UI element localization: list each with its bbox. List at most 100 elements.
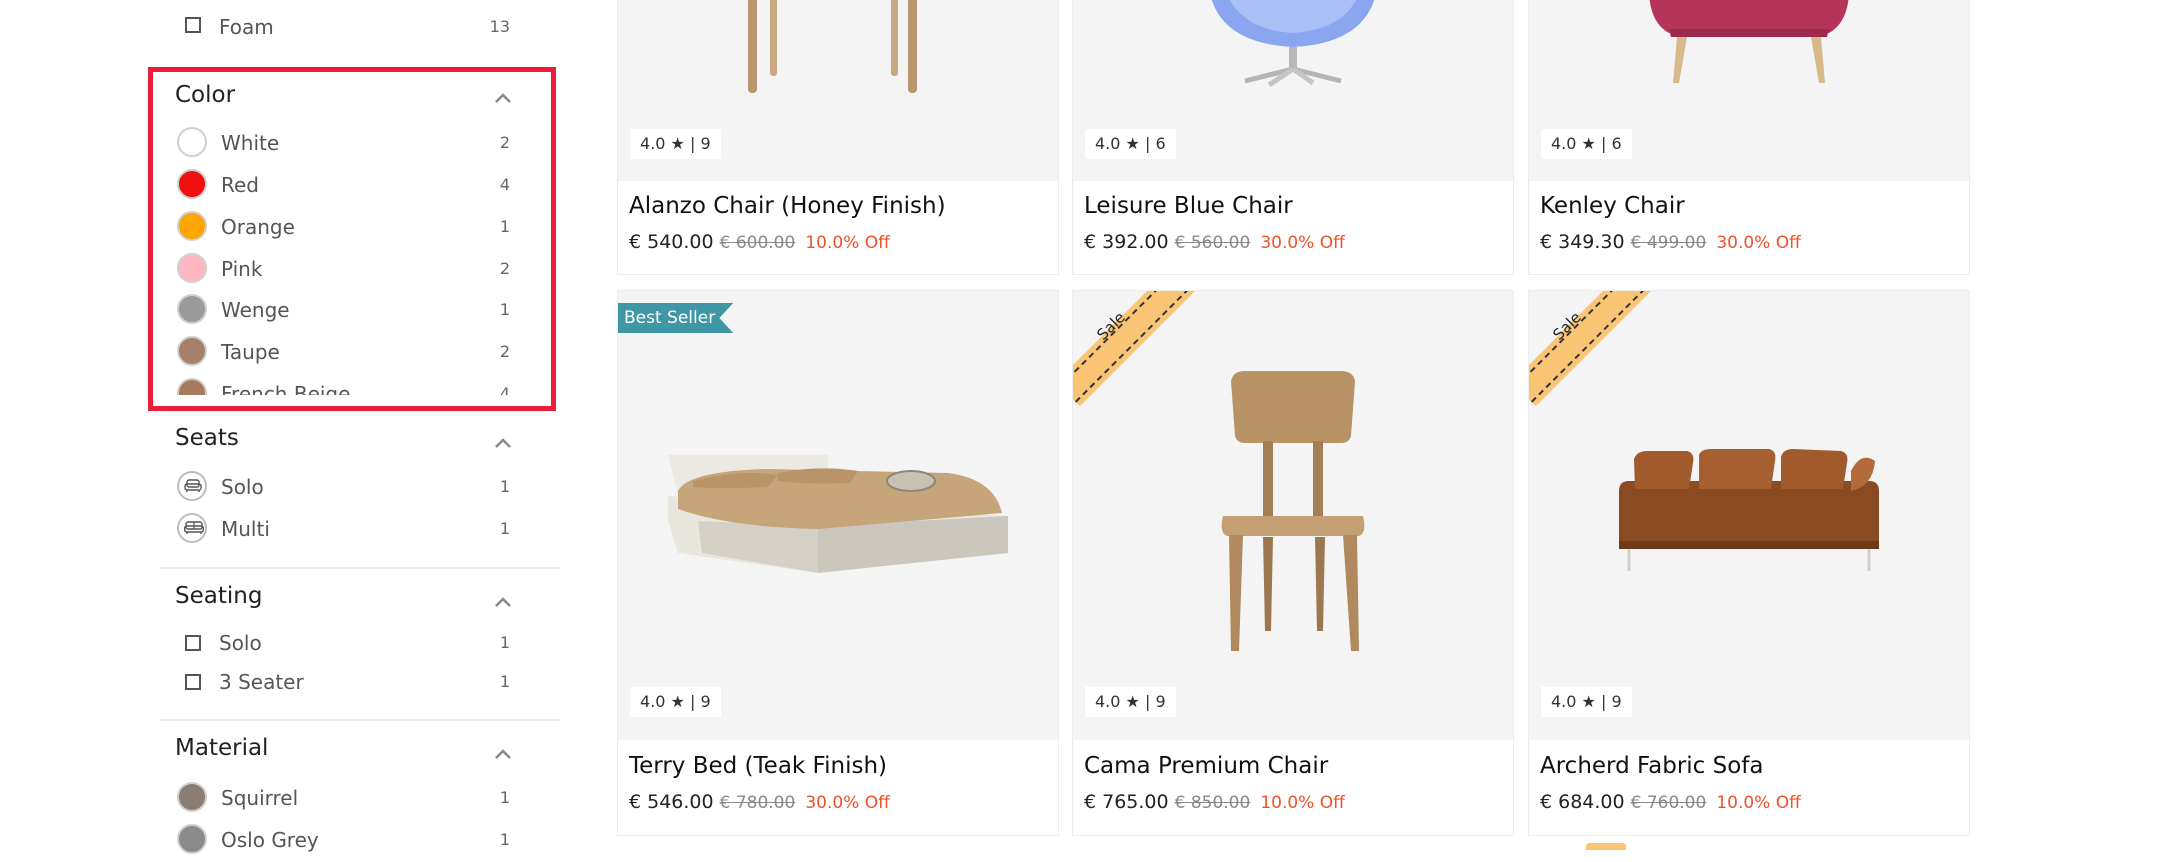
- filter-option-foam[interactable]: Foam 13: [175, 7, 515, 47]
- product-prices: € 546.00 € 780.00 30.0% Off: [629, 791, 890, 813]
- star-icon: ★: [1581, 692, 1596, 711]
- review-count: 9: [1155, 692, 1166, 711]
- review-count: 9: [700, 134, 711, 153]
- star-icon: ★: [670, 692, 685, 711]
- best-seller-badge: Best Seller: [618, 303, 734, 333]
- product-card[interactable]: Best Seller 4.0 ★ | 9 Terry Bed (Teak Fi…: [617, 290, 1059, 836]
- color-option-orange[interactable]: Orange 1: [175, 209, 515, 249]
- product-name[interactable]: Terry Bed (Teak Finish): [629, 753, 887, 779]
- product-prices: € 392.00 € 560.00 30.0% Off: [1084, 231, 1345, 253]
- product-price: € 392.00: [1084, 231, 1169, 253]
- rating-separator: |: [1144, 134, 1151, 153]
- color-option-white[interactable]: White 2: [175, 125, 515, 165]
- product-price: € 349.30: [1540, 231, 1625, 253]
- review-count: 9: [1611, 692, 1622, 711]
- product-name[interactable]: Cama Premium Chair: [1084, 753, 1328, 779]
- material-option-oslo-grey[interactable]: Oslo Grey 1: [175, 822, 515, 862]
- checkbox[interactable]: [185, 635, 201, 651]
- color-option-taupe[interactable]: Taupe 2: [175, 334, 515, 374]
- product-image[interactable]: Sale 4.0 ★ | 9: [1073, 291, 1513, 740]
- color-label: Orange: [221, 215, 295, 239]
- product-name[interactable]: Kenley Chair: [1540, 193, 1685, 219]
- color-option-french-beige[interactable]: French Beige 4: [175, 376, 515, 395]
- color-option-red[interactable]: Red 4: [175, 167, 515, 207]
- product-discount: 30.0% Off: [805, 793, 890, 813]
- product-image[interactable]: 4.0 ★ | 9: [618, 0, 1058, 181]
- seats-count: 1: [499, 477, 510, 496]
- seating-option-3-seater[interactable]: 3 Seater 1: [175, 664, 515, 704]
- rating-separator: |: [1600, 134, 1607, 153]
- material-option-squirrel[interactable]: Squirrel 1: [175, 780, 515, 820]
- color-count: 4: [499, 175, 510, 194]
- filter-option-count: 13: [489, 17, 510, 36]
- chevron-up-icon[interactable]: [494, 92, 512, 104]
- product-image[interactable]: Sale 4.0 ★ | 9: [1529, 291, 1969, 740]
- seats-count: 1: [499, 519, 510, 538]
- rating-value: 4.0: [1551, 134, 1577, 153]
- color-label: French Beige: [221, 382, 351, 395]
- color-count: 2: [499, 259, 510, 278]
- rating-badge: 4.0 ★ | 6: [1541, 129, 1632, 159]
- review-count: 9: [700, 692, 711, 711]
- product-card[interactable]: 4.0 ★ | 6 Leisure Blue Chair € 392.00 € 5…: [1072, 0, 1514, 275]
- material-label: Oslo Grey: [221, 828, 319, 852]
- rating-badge: 4.0 ★ | 9: [630, 129, 721, 159]
- color-options-list[interactable]: White 2 Red 4 Orange 1 Pink 2 Wenge 1 Ta…: [160, 125, 530, 395]
- seating-count: 1: [499, 633, 510, 652]
- divider: [160, 719, 560, 721]
- product-name[interactable]: Archerd Fabric Sofa: [1540, 753, 1764, 779]
- single-seat-icon: [177, 471, 207, 501]
- product-card[interactable]: 4.0 ★ | 6 Kenley Chair € 349.30 € 499.00 3…: [1528, 0, 1970, 275]
- filter-sidebar: Foam 13 Color White 2 Red 4 Orange 1 Pin…: [0, 0, 580, 854]
- color-section-title: Color: [175, 82, 236, 108]
- bed-illustration: [668, 455, 1008, 573]
- product-mrp: € 499.00: [1630, 233, 1707, 253]
- checkbox[interactable]: [185, 17, 201, 33]
- product-name[interactable]: Leisure Blue Chair: [1084, 193, 1293, 219]
- product-prices: € 684.00 € 760.00 10.0% Off: [1540, 791, 1801, 813]
- checkbox[interactable]: [185, 674, 201, 690]
- next-row-sale-ribbon: [1586, 843, 1626, 850]
- rating-badge: 4.0 ★ | 9: [1085, 687, 1176, 717]
- color-count: 4: [499, 384, 510, 395]
- product-image[interactable]: 4.0 ★ | 6: [1073, 0, 1513, 181]
- seats-section-title: Seats: [175, 425, 239, 451]
- star-icon: ★: [1125, 134, 1140, 153]
- product-name[interactable]: Alanzo Chair (Honey Finish): [629, 193, 946, 219]
- product-card[interactable]: 4.0 ★ | 9 Alanzo Chair (Honey Finish) € …: [617, 0, 1059, 275]
- star-icon: ★: [670, 134, 685, 153]
- color-option-pink[interactable]: Pink 2: [175, 251, 515, 291]
- rating-value: 4.0: [1095, 692, 1121, 711]
- review-count: 6: [1611, 134, 1622, 153]
- rating-value: 4.0: [640, 134, 666, 153]
- seating-label: 3 Seater: [219, 670, 304, 694]
- chevron-up-icon[interactable]: [494, 748, 512, 760]
- product-price: € 540.00: [629, 231, 714, 253]
- color-swatch: [177, 169, 207, 199]
- rating-separator: |: [689, 134, 696, 153]
- product-card[interactable]: Sale 4.0 ★ | 9 Cama Premium Chair € 765.…: [1072, 290, 1514, 836]
- material-count: 1: [499, 830, 510, 849]
- material-section-title: Material: [175, 735, 269, 761]
- color-swatch: [177, 127, 207, 157]
- product-discount: 10.0% Off: [1260, 793, 1345, 813]
- seats-option-multi[interactable]: Multi 1: [175, 511, 515, 551]
- color-swatch: [177, 211, 207, 241]
- product-discount: 10.0% Off: [805, 233, 890, 253]
- rating-badge: 4.0 ★ | 6: [1085, 129, 1176, 159]
- seats-label: Solo: [221, 475, 264, 499]
- seats-option-solo[interactable]: Solo 1: [175, 469, 515, 509]
- star-icon: ★: [1125, 692, 1140, 711]
- product-card[interactable]: Sale 4.0 ★ | 9 Archerd Fabric Sofa € 684…: [1528, 290, 1970, 836]
- review-count: 6: [1155, 134, 1166, 153]
- star-icon: ★: [1581, 134, 1596, 153]
- rating-separator: |: [1144, 692, 1151, 711]
- product-price: € 546.00: [629, 791, 714, 813]
- color-option-wenge[interactable]: Wenge 1: [175, 292, 515, 332]
- chevron-up-icon[interactable]: [494, 596, 512, 608]
- rating-separator: |: [689, 692, 696, 711]
- chevron-up-icon[interactable]: [494, 437, 512, 449]
- seating-option-solo[interactable]: Solo 1: [175, 625, 515, 665]
- product-image[interactable]: 4.0 ★ | 6: [1529, 0, 1969, 181]
- product-image[interactable]: Best Seller 4.0 ★ | 9: [618, 291, 1058, 740]
